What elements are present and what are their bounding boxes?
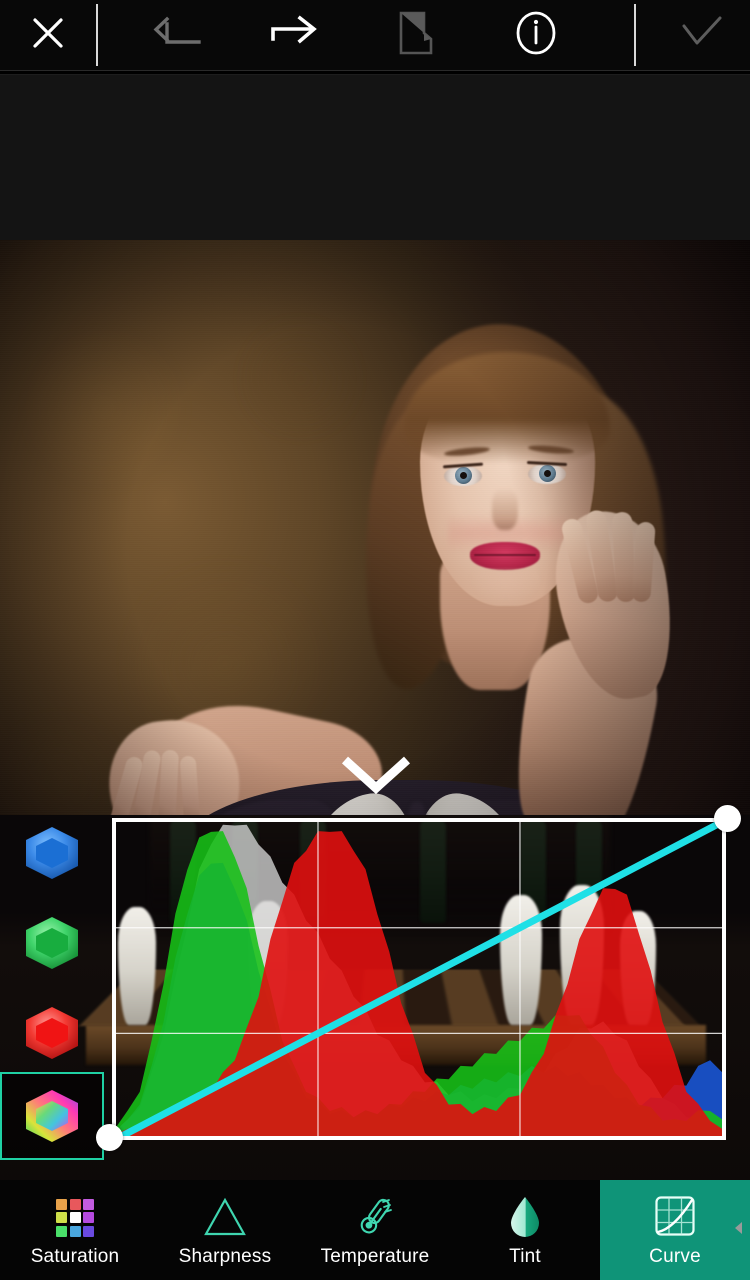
apply-button[interactable]	[654, 0, 750, 70]
channel-selector-green[interactable]	[0, 900, 104, 986]
hexagon-green-icon	[21, 914, 83, 972]
tool-toolbar: Saturation Sharpness Temperature Tint Cu…	[0, 1180, 750, 1280]
tool-label-saturation: Saturation	[30, 1245, 120, 1267]
curve-plot-area[interactable]	[116, 822, 722, 1136]
tool-sharpness[interactable]: Sharpness	[150, 1180, 300, 1280]
color-grid-icon	[56, 1195, 94, 1237]
toolbar-divider-left	[96, 4, 98, 66]
undo-arrow-icon	[149, 15, 203, 56]
curve-grid-icon	[654, 1195, 696, 1237]
tool-label-temperature: Temperature	[320, 1245, 430, 1267]
tool-tint[interactable]: Tint	[450, 1180, 600, 1280]
hexagon-red-icon	[21, 1004, 83, 1062]
hexagon-rainbow-icon	[21, 1087, 83, 1145]
channel-selector-red[interactable]	[0, 990, 104, 1076]
photo-editor-screen: Saturation Sharpness Temperature Tint Cu…	[0, 0, 750, 1280]
page-curl-compare-icon	[398, 11, 434, 60]
tool-saturation[interactable]: Saturation	[0, 1180, 150, 1280]
checkmark-icon	[680, 16, 724, 55]
tool-curve[interactable]: Curve	[600, 1180, 750, 1280]
triangle-icon	[203, 1195, 247, 1237]
tool-label-curve: Curve	[649, 1245, 701, 1267]
curve-editor-panel[interactable]	[112, 818, 726, 1140]
close-button[interactable]	[0, 0, 96, 70]
channel-selector-blue[interactable]	[0, 810, 104, 896]
droplet-icon	[508, 1195, 542, 1237]
info-button[interactable]	[476, 0, 596, 70]
redo-arrow-icon	[269, 14, 323, 56]
undo-button[interactable]	[116, 0, 236, 70]
channel-selector-rgb[interactable]	[0, 1072, 104, 1160]
chevron-down-icon	[339, 752, 413, 801]
top-toolbar	[0, 0, 750, 70]
close-icon	[31, 16, 65, 55]
thermometer-icon	[353, 1195, 397, 1237]
more-tools-button[interactable]	[730, 1220, 746, 1241]
redo-button[interactable]	[236, 0, 356, 70]
collapse-panel-button[interactable]	[338, 752, 414, 800]
tool-label-sharpness: Sharpness	[178, 1245, 272, 1267]
curve-handle-white-point[interactable]	[714, 805, 741, 832]
toolbar-divider-right	[634, 4, 636, 66]
info-circle-icon	[514, 10, 558, 61]
channel-selector-rail	[0, 810, 104, 1160]
tone-curve-line[interactable]	[116, 822, 722, 1139]
hexagon-blue-icon	[21, 824, 83, 882]
tool-temperature[interactable]: Temperature	[300, 1180, 450, 1280]
compare-original-button[interactable]	[356, 0, 476, 70]
tool-label-tint: Tint	[509, 1245, 541, 1267]
curve-handle-black-point[interactable]	[96, 1124, 123, 1151]
chevron-left-icon	[731, 1220, 745, 1241]
